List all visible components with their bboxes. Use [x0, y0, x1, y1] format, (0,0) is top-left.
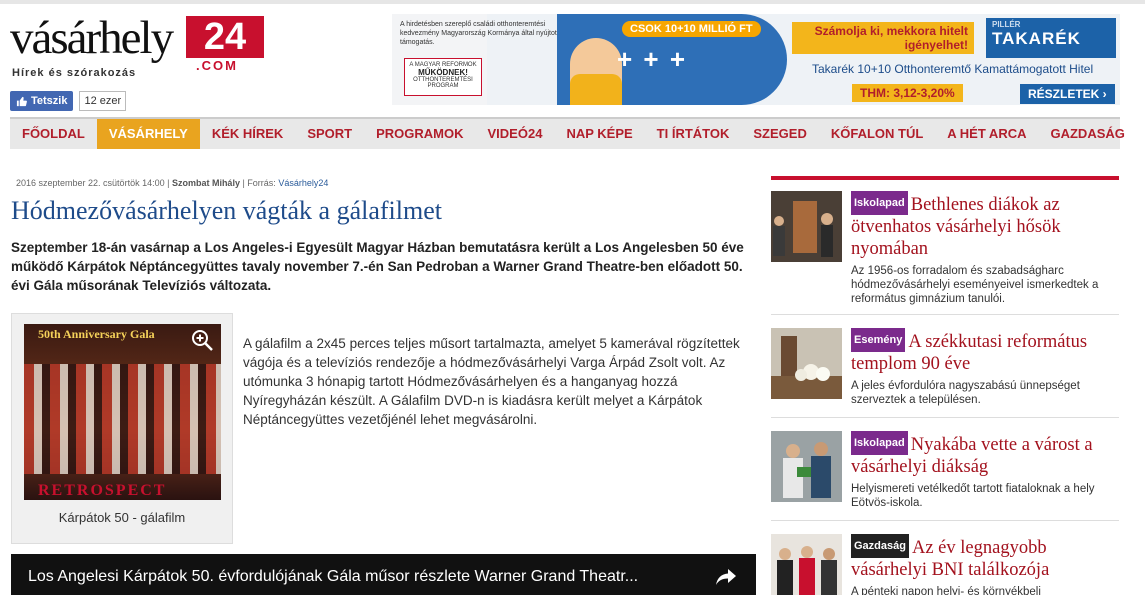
- sidebar-article-title[interactable]: Gazdaság Az év legnagyobb vásárhelyi BNI …: [851, 534, 1119, 581]
- like-label: Tetszik: [31, 95, 68, 107]
- ad-details-button[interactable]: RÉSZLETEK ›: [1020, 84, 1115, 104]
- nav-item-programok[interactable]: PROGRAMOK: [364, 119, 475, 149]
- top-border: [0, 0, 1145, 4]
- article-date: 2016 szeptember 22. csütörtök 14:00: [16, 178, 165, 188]
- sidebar-article-text: Iskolapad Nyakába vette a várost a vásárh…: [851, 431, 1119, 510]
- ad-family-icons: + + +: [617, 44, 687, 74]
- sidebar-article-title[interactable]: Iskolapad Bethlenes diákok az ötvenhatos …: [851, 191, 1119, 260]
- ad-details-label: RÉSZLETEK: [1028, 87, 1100, 101]
- photo-dancers: [24, 364, 221, 474]
- sidebar-article-desc: A jeles évfordulóra nagyszabású ünnepség…: [851, 380, 1080, 406]
- like-button[interactable]: Tetszik: [10, 91, 74, 111]
- nav-item-a-hét-arca[interactable]: A HÉT ARCA: [935, 119, 1038, 149]
- site-logo[interactable]: vásárhely 24 .COM Hírek és szórakozás: [10, 12, 264, 84]
- sidebar-article-title[interactable]: Esemény A székkutasi református templom 9…: [851, 328, 1119, 375]
- main-nav: FŐOLDAL VÁSÁRHELY KÉK HÍREK SPORT PROGRAMOK V…: [10, 117, 1125, 149]
- zoom-icon[interactable]: [190, 328, 214, 352]
- ad-reform-main: MŰKÖDNEK!: [418, 68, 468, 77]
- nav-item-videó24[interactable]: VIDEÓ24: [476, 119, 555, 149]
- category-badge[interactable]: Gazdaság: [851, 534, 909, 558]
- logo-domain: .COM: [196, 58, 238, 73]
- article-figure: 50th Anniversary Gala RETROSPECT Kárpáto…: [11, 313, 233, 544]
- article-thumbnail[interactable]: [771, 534, 842, 595]
- article-thumbnail[interactable]: [771, 431, 842, 502]
- ad-csok-label: CSOK 10+10 MILLIÓ FT: [622, 21, 761, 37]
- category-badge[interactable]: Iskolapad: [851, 431, 908, 455]
- facebook-like-widget: Tetszik 12 ezer: [10, 91, 127, 111]
- sidebar: Iskolapad Bethlenes diákok az ötvenhatos …: [771, 176, 1119, 595]
- ad-loan-text: Takarék 10+10 Otthonteremtő Kamattámogat…: [812, 62, 1094, 76]
- sidebar-article-title[interactable]: Iskolapad Nyakába vette a várost a vásárh…: [851, 431, 1119, 478]
- nav-item-sport[interactable]: SPORT: [295, 119, 364, 149]
- nav-item-vásárhely[interactable]: VÁSÁRHELY: [96, 119, 200, 149]
- ad-person-illustration: [570, 38, 622, 105]
- ad-calculate-text: Számolja ki, mekkora hitelt igényelhet!: [792, 22, 974, 54]
- source-label: Forrás:: [247, 178, 276, 188]
- logo-wordmark: vásárhely: [10, 12, 174, 64]
- ad-reform-sub: OTTHONTEREMTÉSI PROGRAM: [413, 77, 473, 89]
- sidebar-top-bar: [771, 176, 1119, 180]
- nav-item-főoldal[interactable]: FŐOLDAL: [10, 119, 97, 149]
- photo-overlay-banner: RETROSPECT: [38, 482, 167, 499]
- sidebar-divider: [771, 520, 1119, 521]
- ad-thm: THM: 3,12-3,20%: [852, 84, 963, 102]
- piller-label: PILLÉR: [992, 20, 1021, 29]
- ad-reform-logo: A MAGYAR REFORMOK MŰKÖDNEK! OTTHONTEREMT…: [404, 58, 482, 96]
- logo-number: 24: [186, 16, 264, 58]
- nav-item-nap-képe[interactable]: NAP KÉPE: [554, 119, 644, 149]
- article-thumbnail[interactable]: [771, 191, 842, 262]
- sidebar-article-desc: Helyismereti vetélkedőt tartott fiatalok…: [851, 483, 1095, 509]
- logo-tagline: Hírek és szórakozás: [12, 67, 137, 79]
- nav-item-szeged[interactable]: SZEGED: [741, 119, 818, 149]
- article-lead: Szeptember 18-án vasárnap a Los Angeles-…: [11, 240, 744, 293]
- thumbs-up-icon: [16, 96, 27, 106]
- sidebar-divider: [771, 314, 1119, 315]
- sidebar-divider: [771, 417, 1119, 418]
- nav-item-kék-hírek[interactable]: KÉK HÍREK: [200, 119, 296, 149]
- nav-item-gazdaság[interactable]: GAZDASÁG: [1038, 119, 1136, 149]
- sidebar-article-text: Esemény A székkutasi református templom 9…: [851, 328, 1119, 407]
- takarek-logo: PILLÉR TAKARÉK: [986, 18, 1116, 58]
- category-badge[interactable]: Esemény: [851, 328, 906, 352]
- nav-item-ti-írtátok[interactable]: TI ÍRTÁTOK: [645, 119, 742, 149]
- article-title: Hódmezővásárhelyen vágták a gálafilmet: [11, 196, 442, 225]
- article-source[interactable]: Vásárhely24: [278, 178, 328, 188]
- share-icon[interactable]: [714, 566, 738, 588]
- like-count: 12 ezer: [79, 91, 127, 111]
- article-photo[interactable]: 50th Anniversary Gala RETROSPECT: [24, 324, 221, 500]
- sidebar-article-text: Gazdaság Az év legnagyobb vásárhelyi BNI …: [851, 534, 1119, 595]
- category-badge[interactable]: Iskolapad: [851, 191, 908, 215]
- article-author[interactable]: Szombat Mihály: [172, 178, 240, 188]
- photo-overlay-title: 50th Anniversary Gala: [38, 327, 155, 341]
- ad-disclaimer: A hirdetésben szereplő családi otthonter…: [400, 21, 559, 46]
- takarek-label: TAKARÉK: [992, 29, 1081, 48]
- article-thumbnail[interactable]: [771, 328, 842, 399]
- sidebar-article-text: Iskolapad Bethlenes diákok az ötvenhatos …: [851, 191, 1119, 306]
- photo-caption: Kárpátok 50 - gálafilm: [58, 510, 186, 525]
- article-meta: 2016 szeptember 22. csütörtök 14:00 | Sz…: [16, 178, 329, 188]
- video-player[interactable]: Los Angelesi Kárpátok 50. évfordulójának…: [11, 554, 756, 595]
- sidebar-article-desc: A pénteki napon helyi- és környékbeli: [851, 586, 1041, 595]
- ad-banner[interactable]: A hirdetésben szereplő családi otthonter…: [392, 14, 1120, 105]
- nav-item-kőfalon-túl[interactable]: KŐFALON TÚL: [819, 119, 935, 149]
- article-body: A gálafilm a 2x45 perces teljes műsort t…: [243, 336, 740, 427]
- sidebar-article-desc: Az 1956-os forradalom és szabadságharc h…: [851, 265, 1099, 305]
- video-title[interactable]: Los Angelesi Kárpátok 50. évfordulójának…: [28, 568, 638, 585]
